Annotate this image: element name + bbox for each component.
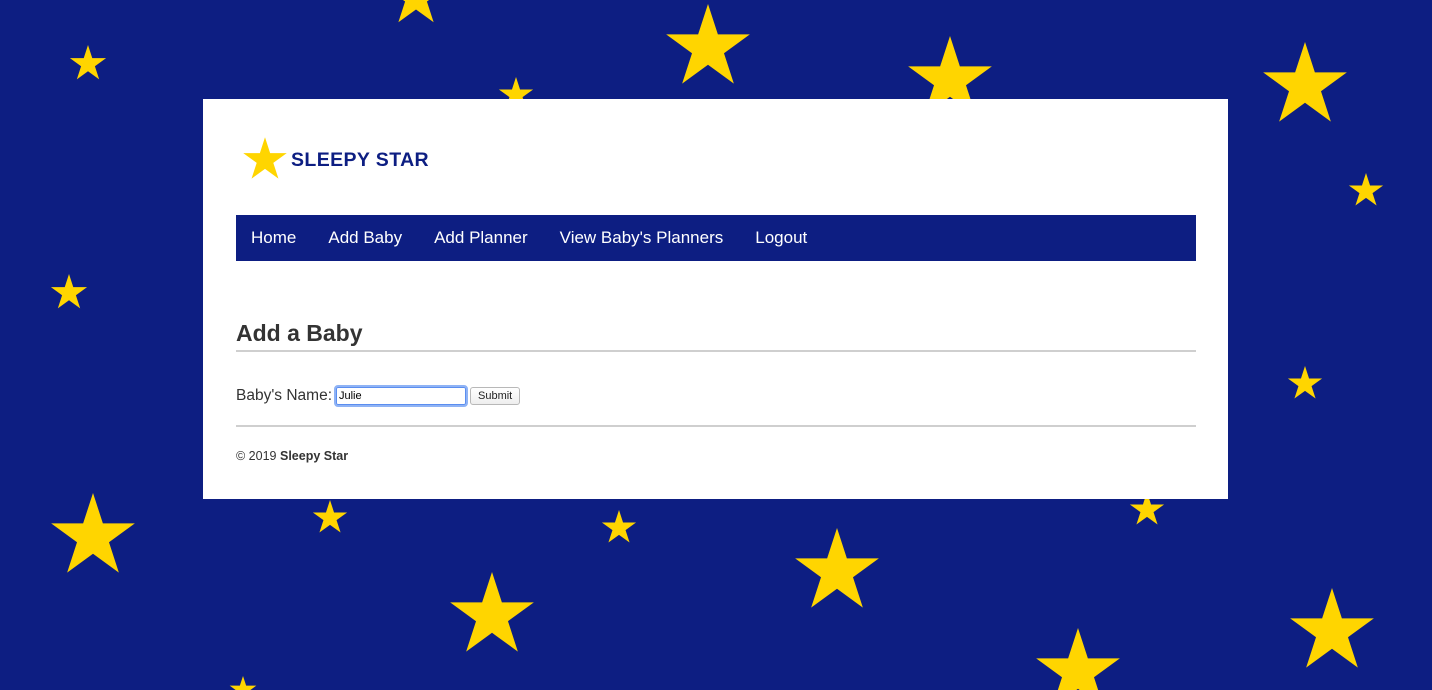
background-star-icon <box>229 676 257 690</box>
nav-item-view-planners[interactable]: View Baby's Planners <box>560 228 724 248</box>
background-star-icon <box>1290 588 1374 668</box>
site-logo[interactable]: SLEEPY STAR <box>241 136 429 182</box>
footer: © 2019 Sleepy Star <box>236 449 348 463</box>
main-nav: Home Add Baby Add Planner View Baby's Pl… <box>236 215 1196 261</box>
background-star-icon <box>450 572 534 652</box>
background-star-icon <box>312 500 348 533</box>
footer-divider <box>236 425 1196 427</box>
background-star-icon <box>1348 173 1384 206</box>
background-star-icon <box>51 493 135 573</box>
nav-item-home[interactable]: Home <box>251 228 296 248</box>
nav-item-add-baby[interactable]: Add Baby <box>328 228 402 248</box>
submit-button[interactable]: Submit <box>470 387 521 405</box>
background-star-icon <box>387 0 445 23</box>
nav-item-add-planner[interactable]: Add Planner <box>434 228 528 248</box>
background-star-icon <box>666 4 750 84</box>
background-star-icon <box>69 45 107 80</box>
background-star-icon <box>1036 628 1120 690</box>
nav-item-logout[interactable]: Logout <box>755 228 807 248</box>
baby-name-input[interactable] <box>334 385 468 407</box>
add-baby-form: Baby's Name: Submit <box>236 385 521 407</box>
logo-text: SLEEPY STAR <box>291 149 430 172</box>
background-star-icon <box>795 528 879 608</box>
background-star-icon <box>1287 366 1323 399</box>
copyright-text: © 2019 <box>236 449 277 463</box>
title-divider <box>236 350 1196 352</box>
background-star-icon <box>1263 42 1347 122</box>
background-star-icon <box>601 510 637 543</box>
main-card: SLEEPY STAR Home Add Baby Add Planner Vi… <box>203 99 1228 499</box>
footer-brand: Sleepy Star <box>279 449 349 463</box>
baby-name-label: Baby's Name: <box>236 387 332 404</box>
background-star-icon <box>50 274 88 309</box>
star-icon <box>243 137 287 179</box>
page-title: Add a Baby <box>236 320 363 346</box>
